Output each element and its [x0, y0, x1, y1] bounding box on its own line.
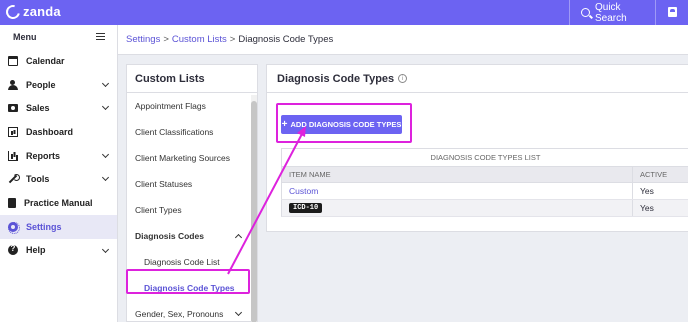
settings-icon — [8, 221, 20, 234]
info-icon[interactable]: i — [398, 74, 408, 83]
sales-icon — [8, 104, 18, 113]
chevron-down-icon — [101, 174, 110, 182]
breadcrumb-separator: > — [163, 34, 169, 45]
reports-icon — [8, 150, 18, 161]
page-title: Diagnosis Code Types i — [267, 65, 688, 93]
sidebar-item-label: Sales — [26, 103, 50, 114]
search-icon — [581, 8, 590, 17]
manual-icon — [8, 197, 16, 208]
list-item-client-statuses[interactable]: Client Statuses — [127, 171, 257, 197]
breadcrumb-current: Diagnosis Code Types — [238, 34, 334, 45]
table-row[interactable]: ICD-10 Yes — [281, 200, 688, 217]
table-cell-name: Custom — [282, 183, 633, 199]
sidebar: Menu Calendar People Sales Dashboard Rep… — [0, 25, 118, 322]
sidebar-item-label: Reports — [26, 150, 61, 161]
sidebar-item-label: Dashboard — [26, 126, 74, 137]
sidebar-item-calendar[interactable]: Calendar — [0, 49, 117, 73]
table-cell-active: Yes — [640, 203, 654, 213]
sidebar-item-dashboard[interactable]: Dashboard — [0, 120, 117, 144]
table-caption: DIAGNOSIS CODE TYPES LIST — [281, 148, 688, 166]
scrollbar-thumb[interactable] — [251, 101, 257, 322]
sidebar-item-practice-manual[interactable]: Practice Manual — [0, 191, 117, 215]
quick-search-button[interactable]: Quick Search — [569, 0, 655, 25]
sidebar-item-label: Help — [26, 245, 46, 256]
list-item-client-classifications[interactable]: Client Classifications — [127, 119, 257, 145]
breadcrumb: Settings > Custom Lists > Diagnosis Code… — [118, 25, 688, 55]
list-item-client-marketing-sources[interactable]: Client Marketing Sources — [127, 145, 257, 171]
sidebar-item-people[interactable]: People — [0, 73, 117, 97]
custom-lists-title: Custom Lists — [127, 65, 257, 93]
breadcrumb-settings-link[interactable]: Settings — [126, 34, 160, 45]
column-header-active[interactable]: ACTIVE — [633, 167, 688, 182]
help-icon — [8, 244, 18, 256]
list-item-gender-sex-pronouns[interactable]: Gender, Sex, Pronouns — [127, 301, 257, 322]
list-item-client-types[interactable]: Client Types — [127, 197, 257, 223]
sidebar-item-reports[interactable]: Reports — [0, 144, 117, 168]
sidebar-item-sales[interactable]: Sales — [0, 96, 117, 120]
code-badge[interactable]: ICD-10 — [289, 203, 323, 213]
account-button[interactable] — [655, 0, 688, 25]
list-group-diagnosis-codes[interactable]: Diagnosis Codes — [127, 223, 257, 249]
menu-header: Menu — [0, 25, 117, 49]
main-panel: Diagnosis Code Types i + ADD DIAGNOSIS C… — [266, 64, 688, 232]
chevron-down-icon — [101, 245, 110, 253]
list-item-appointment-flags[interactable]: Appointment Flags — [127, 93, 257, 119]
add-button-label: ADD DIAGNOSIS CODE TYPES — [290, 120, 402, 129]
sidebar-item-label: Tools — [26, 174, 50, 185]
hamburger-icon[interactable] — [96, 33, 105, 40]
sidebar-item-help[interactable]: Help — [0, 239, 117, 263]
list-item-diagnosis-code-list[interactable]: Diagnosis Code List — [127, 249, 257, 275]
list-item-diagnosis-code-types[interactable]: Diagnosis Code Types — [127, 275, 257, 301]
chevron-down-icon — [101, 103, 110, 111]
table-row[interactable]: Custom Yes — [281, 183, 688, 200]
account-icon — [668, 7, 677, 17]
zanda-logo[interactable]: zanda — [3, 1, 61, 22]
quick-search-label: Quick Search — [595, 1, 627, 24]
table-cell-active: Yes — [640, 186, 654, 196]
sidebar-item-tools[interactable]: Tools — [0, 167, 117, 191]
list-item-label: Gender, Sex, Pronouns — [135, 309, 224, 319]
chevron-down-icon — [101, 79, 110, 87]
column-header-item-name[interactable]: ITEM NAME — [282, 167, 633, 182]
sidebar-item-label: Calendar — [26, 55, 65, 66]
logo-mark-icon — [3, 1, 23, 22]
diagnosis-code-types-table: DIAGNOSIS CODE TYPES LIST ITEM NAME ACTI… — [281, 148, 688, 217]
chevron-down-icon — [101, 150, 110, 158]
menu-label: Menu — [13, 32, 37, 42]
custom-lists-panel: Custom Lists Appointment Flags Client Cl… — [126, 64, 258, 322]
breadcrumb-custom-lists-link[interactable]: Custom Lists — [172, 34, 227, 45]
sidebar-item-label: Settings — [26, 221, 62, 232]
add-diagnosis-code-types-button[interactable]: + ADD DIAGNOSIS CODE TYPES — [281, 115, 402, 134]
item-name-link[interactable]: Custom — [289, 186, 318, 196]
sidebar-item-label: Practice Manual — [24, 197, 93, 208]
top-bar: zanda Quick Search — [0, 0, 688, 25]
list-group-label: Diagnosis Codes — [135, 231, 204, 241]
table-cell-name: ICD-10 — [282, 200, 633, 216]
logo-text: zanda — [23, 4, 61, 19]
breadcrumb-separator: > — [229, 34, 236, 45]
plus-icon: + — [281, 119, 288, 130]
sidebar-item-settings[interactable]: Settings — [0, 214, 117, 239]
sidebar-item-label: People — [26, 79, 56, 90]
table-header: ITEM NAME ACTIVE — [281, 166, 688, 183]
tools-icon — [8, 174, 20, 184]
page-title-text: Diagnosis Code Types — [277, 72, 395, 85]
chevron-up-icon — [234, 233, 243, 242]
chevron-down-icon — [234, 308, 243, 317]
people-icon — [8, 79, 18, 90]
dashboard-icon — [8, 126, 18, 137]
calendar-icon — [8, 55, 18, 66]
